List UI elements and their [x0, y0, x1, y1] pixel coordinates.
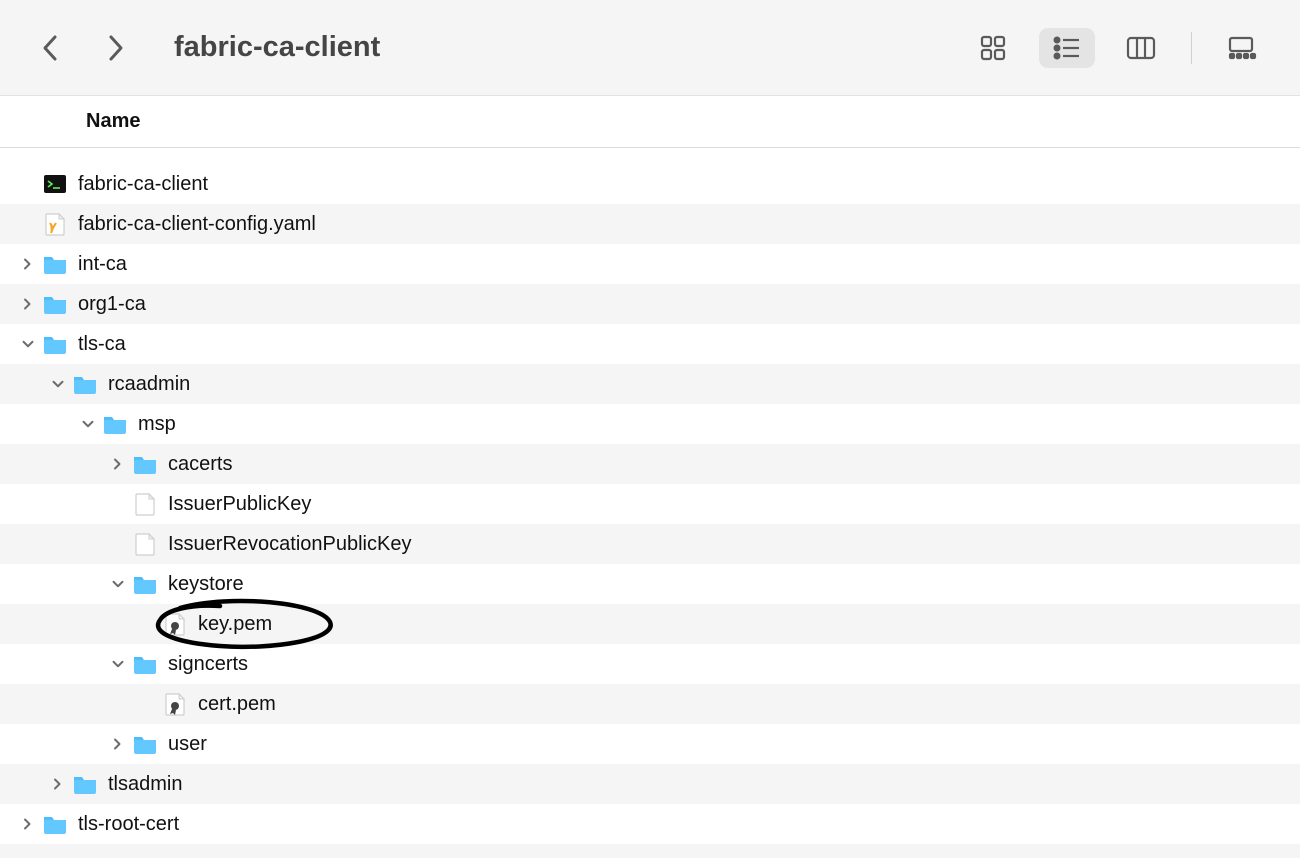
chevron-down-icon[interactable] — [110, 576, 126, 592]
back-button[interactable] — [36, 25, 66, 71]
folder-row-signcerts[interactable]: signcerts — [0, 644, 1300, 684]
file-name: IssuerPublicKey — [168, 493, 311, 516]
folder-row-rcaadmin[interactable]: rcaadmin — [0, 364, 1300, 404]
folder-name: user — [168, 733, 207, 756]
column-header-name[interactable]: Name — [86, 110, 140, 133]
nav-buttons — [36, 25, 130, 71]
folder-row-int-ca[interactable]: int-ca — [0, 244, 1300, 284]
folder-icon — [102, 411, 128, 437]
file-name: fabric-ca-client — [78, 173, 208, 196]
file-row-issuer-revocation-public-key[interactable]: IssuerRevocationPublicKey — [0, 524, 1300, 564]
folder-name: keystore — [168, 573, 244, 596]
file-row-cert-pem[interactable]: cert.pem — [0, 684, 1300, 724]
file-name: cert.pem — [198, 693, 276, 716]
cert-file-icon — [162, 611, 188, 637]
forward-button[interactable] — [100, 25, 130, 71]
chevron-down-icon[interactable] — [110, 656, 126, 672]
folder-name: tls-root-cert — [78, 813, 179, 836]
file-row-config-yaml[interactable]: fabric-ca-client-config.yaml — [0, 204, 1300, 244]
chevron-right-icon[interactable] — [20, 256, 36, 272]
folder-row-tlsadmin[interactable]: tlsadmin — [0, 764, 1300, 804]
chevron-right-icon[interactable] — [20, 296, 36, 312]
view-mode-buttons — [965, 28, 1270, 68]
file-row-key-pem[interactable]: key.pem — [0, 604, 1300, 644]
spacer-row — [0, 148, 1300, 164]
folder-row-keystore[interactable]: keystore — [0, 564, 1300, 604]
cert-file-icon — [162, 691, 188, 717]
folder-icon — [42, 811, 68, 837]
folder-icon — [132, 571, 158, 597]
folder-name: int-ca — [78, 253, 127, 276]
chevron-right-icon[interactable] — [110, 456, 126, 472]
folder-icon — [132, 731, 158, 757]
file-icon — [132, 491, 158, 517]
folder-name: tlsadmin — [108, 773, 182, 796]
chevron-down-icon[interactable] — [50, 376, 66, 392]
toolbar-separator — [1191, 32, 1192, 64]
folder-icon — [42, 331, 68, 357]
folder-row-msp[interactable]: msp — [0, 404, 1300, 444]
view-icons-button[interactable] — [965, 28, 1021, 68]
file-row-issuer-public-key[interactable]: IssuerPublicKey — [0, 484, 1300, 524]
view-columns-button[interactable] — [1113, 28, 1169, 68]
folder-name: signcerts — [168, 653, 248, 676]
terminal-icon — [42, 171, 68, 197]
chevron-right-icon[interactable] — [20, 816, 36, 832]
trailing-stripe — [0, 844, 1300, 858]
view-gallery-button[interactable] — [1214, 28, 1270, 68]
file-name: key.pem — [198, 613, 272, 636]
yaml-file-icon — [42, 211, 68, 237]
file-name: fabric-ca-client-config.yaml — [78, 213, 316, 236]
file-icon — [132, 531, 158, 557]
toolbar: fabric-ca-client — [0, 0, 1300, 96]
file-name: IssuerRevocationPublicKey — [168, 533, 411, 556]
folder-icon — [42, 291, 68, 317]
folder-row-user[interactable]: user — [0, 724, 1300, 764]
chevron-down-icon[interactable] — [20, 336, 36, 352]
folder-icon — [132, 451, 158, 477]
window-title: fabric-ca-client — [174, 31, 380, 64]
folder-row-cacerts[interactable]: cacerts — [0, 444, 1300, 484]
chevron-right-icon[interactable] — [110, 736, 126, 752]
folder-row-tls-root-cert[interactable]: tls-root-cert — [0, 804, 1300, 844]
folder-name: org1-ca — [78, 293, 146, 316]
folder-row-tls-ca[interactable]: tls-ca — [0, 324, 1300, 364]
file-tree: fabric-ca-client fabric-ca-client-config… — [0, 148, 1300, 858]
folder-icon — [42, 251, 68, 277]
column-header-bar: Name — [0, 96, 1300, 148]
chevron-down-icon[interactable] — [80, 416, 96, 432]
folder-name: cacerts — [168, 453, 232, 476]
folder-row-org1-ca[interactable]: org1-ca — [0, 284, 1300, 324]
chevron-right-icon[interactable] — [50, 776, 66, 792]
folder-name: tls-ca — [78, 333, 126, 356]
folder-icon — [72, 371, 98, 397]
folder-icon — [72, 771, 98, 797]
folder-name: msp — [138, 413, 176, 436]
file-row-fabric-ca-client[interactable]: fabric-ca-client — [0, 164, 1300, 204]
folder-icon — [132, 651, 158, 677]
view-list-button[interactable] — [1039, 28, 1095, 68]
folder-name: rcaadmin — [108, 373, 190, 396]
